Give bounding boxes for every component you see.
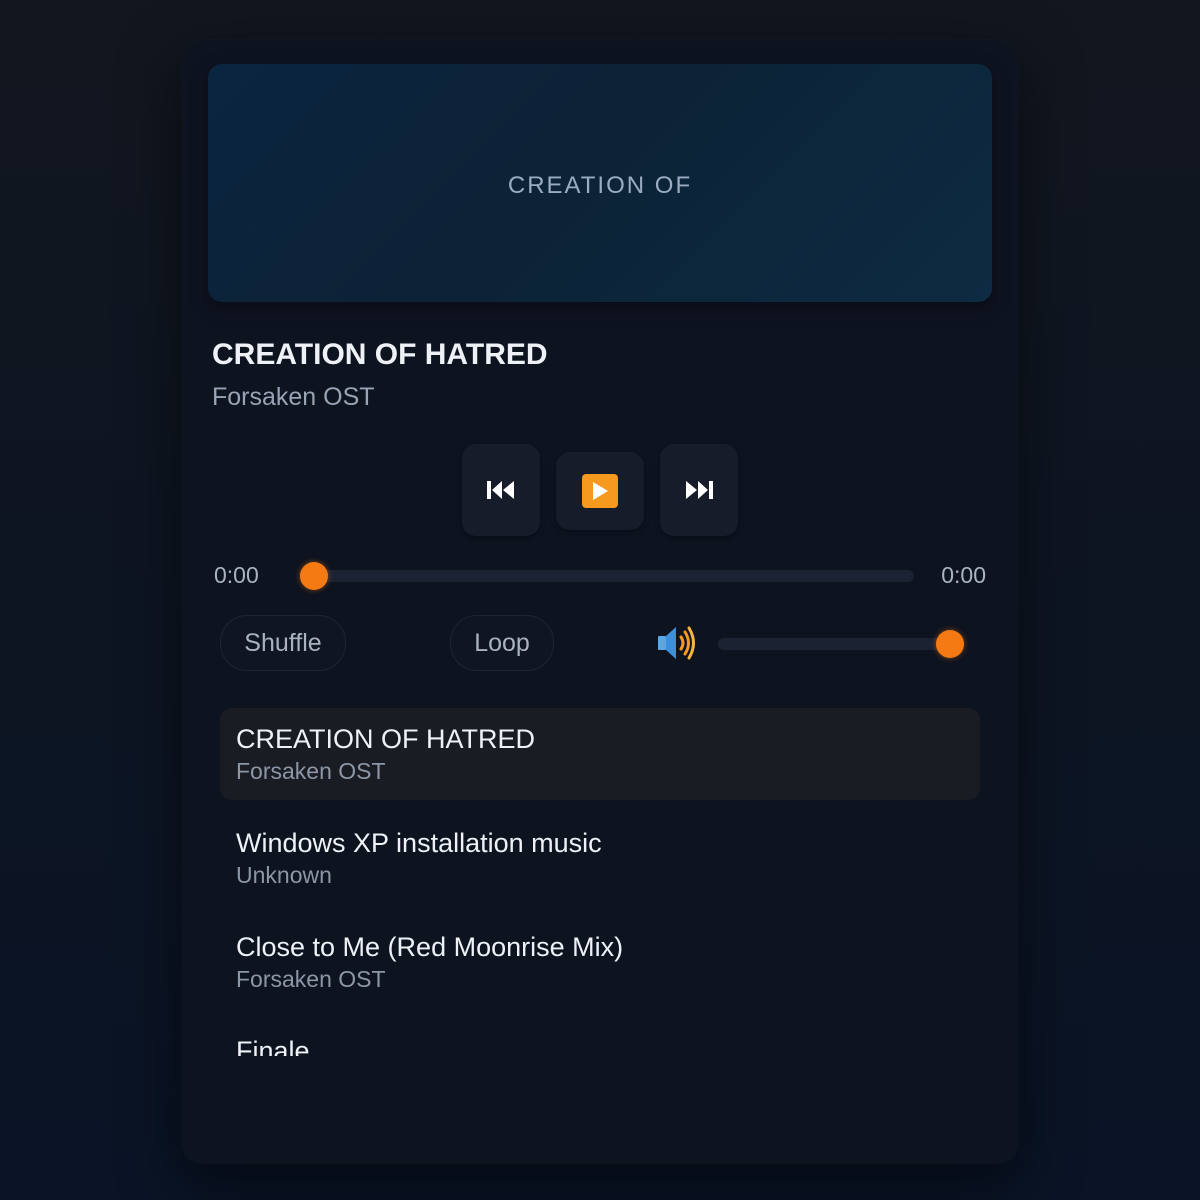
playlist-item[interactable]: Close to Me (Red Moonrise Mix) Forsaken … bbox=[220, 916, 980, 1008]
playlist-item-title: Finale bbox=[236, 1036, 310, 1056]
speaker-icon[interactable] bbox=[656, 624, 698, 662]
previous-track-button[interactable] bbox=[462, 444, 540, 536]
now-playing-title: CREATION OF HATRED bbox=[212, 338, 548, 371]
volume-handle[interactable] bbox=[936, 630, 964, 658]
loop-button[interactable]: Loop bbox=[450, 615, 554, 671]
shuffle-button[interactable]: Shuffle bbox=[220, 615, 346, 671]
play-button[interactable] bbox=[556, 452, 644, 530]
playlist-item-title: CREATION OF HATRED bbox=[236, 724, 536, 754]
volume-slider[interactable] bbox=[718, 630, 964, 658]
current-time: 0:00 bbox=[214, 562, 259, 588]
playlist-item-artist: Forsaken OST bbox=[236, 758, 386, 784]
playlist-item[interactable]: CREATION OF HATRED Forsaken OST bbox=[220, 708, 980, 800]
next-track-icon bbox=[686, 481, 713, 499]
playlist-item-artist: Unknown bbox=[236, 862, 332, 888]
playlist-item-artist: Forsaken OST bbox=[236, 966, 386, 992]
progress-bar[interactable] bbox=[300, 562, 914, 590]
playlist-item[interactable]: Windows XP installation music Unknown bbox=[220, 812, 980, 904]
album-art: CREATION OF bbox=[208, 64, 992, 302]
album-art-label: CREATION OF bbox=[507, 172, 693, 199]
duration-time: 0:00 bbox=[941, 562, 986, 588]
playlist-item-title: Windows XP installation music bbox=[236, 828, 602, 858]
playlist-item[interactable]: Finale bbox=[220, 1020, 980, 1056]
next-track-button[interactable] bbox=[660, 444, 738, 536]
previous-track-icon bbox=[487, 481, 514, 499]
music-player: CREATION OF CREATION OF HATRED Forsaken … bbox=[182, 40, 1018, 1164]
now-playing-artist: Forsaken OST bbox=[212, 383, 375, 411]
playlist: CREATION OF HATRED Forsaken OST Windows … bbox=[220, 708, 980, 1056]
progress-handle[interactable] bbox=[300, 562, 328, 590]
playlist-item-title: Close to Me (Red Moonrise Mix) bbox=[236, 932, 624, 962]
play-icon bbox=[582, 474, 618, 508]
